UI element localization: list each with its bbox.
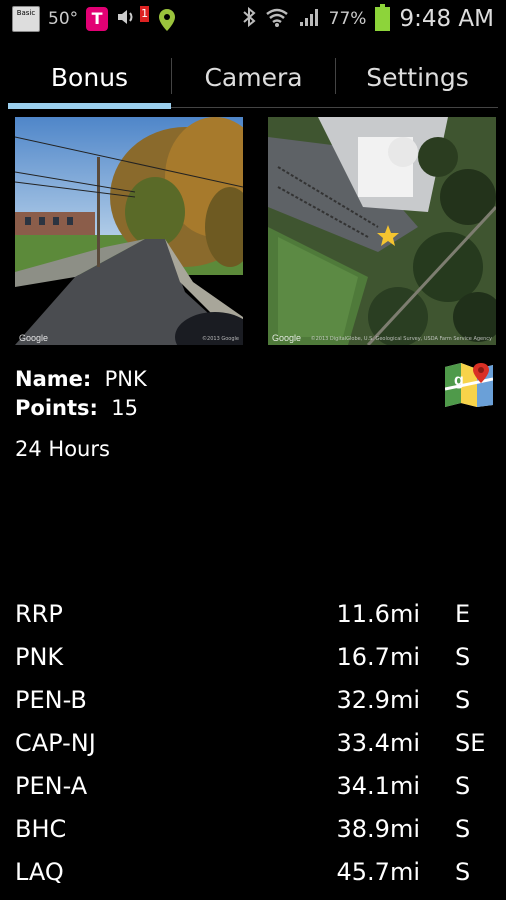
points-value: 15 [111, 396, 138, 420]
app-notification-icon: Basic [12, 6, 40, 32]
temperature-text: 50° [48, 9, 79, 29]
bonus-code: PEN-B [15, 686, 87, 714]
street-view-image[interactable]: Google ©2013 Google [15, 117, 243, 345]
list-item[interactable]: BHC 38.9mi S [0, 808, 506, 851]
google-credit: Google [19, 333, 49, 343]
bonus-direction: S [455, 858, 471, 886]
bonus-hours: 24 Hours [15, 437, 110, 461]
satellite-map-image[interactable]: Google ©2013 DigitalGlobe, U.S. Geologic… [268, 117, 496, 345]
bonus-direction: SE [455, 729, 486, 757]
name-value: PNK [104, 367, 147, 391]
bonus-direction: S [455, 772, 471, 800]
bonus-distance: 11.6mi [336, 600, 420, 628]
battery-percent: 77% [328, 9, 367, 29]
bonus-code: BHC [15, 815, 67, 843]
bonus-code: PEN-A [15, 772, 88, 800]
list-item[interactable]: CAP-NJ 33.4mi SE [0, 722, 506, 765]
bonus-distance: 38.9mi [336, 815, 420, 843]
bonus-code: PNK [15, 643, 64, 671]
tab-underline [171, 107, 498, 108]
bonus-code: LAQ [15, 858, 64, 886]
tab-bar: Bonus Camera Settings [0, 48, 506, 110]
points-label: Points: [15, 396, 98, 420]
list-item[interactable]: PEN-B 32.9mi S [0, 679, 506, 722]
clock: 9:48 AM [399, 6, 494, 32]
bonus-direction: S [455, 643, 471, 671]
name-label: Name: [15, 367, 92, 391]
status-bar: Basic 50° T 1 77% 9:48 AM [0, 0, 506, 37]
bonus-direction: E [455, 600, 471, 628]
wifi-icon [265, 6, 289, 32]
image-copyright: ©2013 Google [202, 336, 239, 342]
bonus-distance: 34.1mi [336, 772, 420, 800]
list-item[interactable]: RRP 11.6mi E [0, 593, 506, 636]
bonus-distance: 32.9mi [336, 686, 420, 714]
list-item[interactable]: PEN-A 34.1mi S [0, 765, 506, 808]
bluetooth-icon [242, 6, 256, 32]
bonus-points-row: Points: 15 [15, 396, 138, 420]
tab-camera[interactable]: Camera [172, 48, 335, 106]
tab-settings[interactable]: Settings [336, 48, 499, 106]
google-credit: Google [272, 333, 302, 343]
notification-count-badge: 1 [140, 6, 150, 22]
svg-text:g: g [454, 372, 464, 389]
bonus-name-row: Name: PNK [15, 367, 147, 391]
bonus-direction: S [455, 686, 471, 714]
list-item[interactable]: LAQ 45.7mi S [0, 851, 506, 894]
location-pin-icon [157, 8, 176, 31]
tab-bonus[interactable]: Bonus [8, 48, 171, 106]
signal-icon [298, 6, 320, 32]
status-left: Basic 50° T 1 [12, 4, 176, 34]
status-right: 77% 9:48 AM [242, 4, 494, 34]
voicemail-icon [116, 7, 138, 31]
bonus-distance: 16.7mi [336, 643, 420, 671]
list-item[interactable]: PNK 16.7mi S [0, 636, 506, 679]
carrier-icon: T [86, 7, 109, 31]
battery-icon [375, 4, 391, 31]
bonus-distance: 33.4mi [336, 729, 420, 757]
bonus-distance: 45.7mi [336, 858, 420, 886]
google-maps-icon[interactable]: g [444, 361, 494, 407]
active-tab-indicator [8, 103, 171, 109]
bonus-code: CAP-NJ [15, 729, 96, 757]
bonus-direction: S [455, 815, 471, 843]
bonus-code: RRP [15, 600, 63, 628]
image-copyright: ©2013 DigitalGlobe, U.S. Geological Surv… [310, 336, 492, 342]
